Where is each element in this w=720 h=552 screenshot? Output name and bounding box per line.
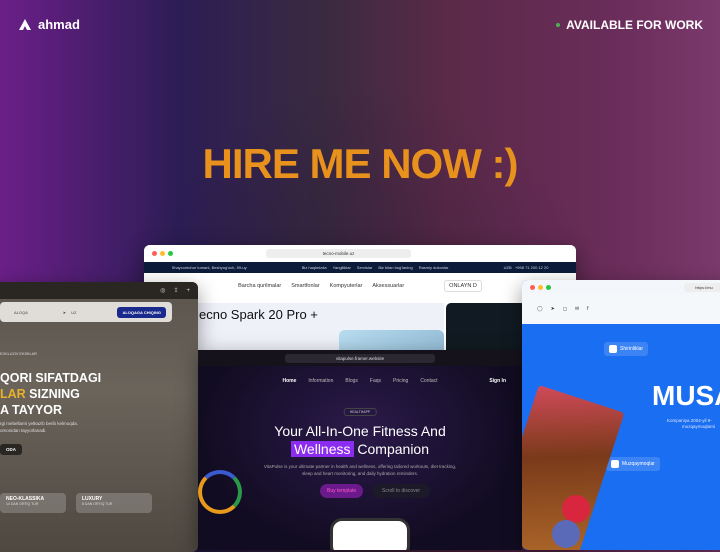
logo-text: ahmad [38, 17, 80, 32]
browser-toolbar: ◎ ⇪ + [0, 282, 198, 299]
subtitle: rgi mebellarni yetkazib berib kelmoqda. … [0, 420, 78, 434]
nav-item[interactable]: Contact [420, 378, 437, 384]
browser-toolbar: tecno-mobile.uz [144, 245, 576, 262]
telegram-icon[interactable]: ➤ [551, 306, 555, 312]
maximize-icon[interactable] [546, 284, 551, 290]
minimize-icon[interactable] [160, 251, 165, 256]
kitchen-browser-window[interactable]: ◎ ⇪ + ALOQA ➤ UZ ALOQAGA CHIQING EXKLUZIV … [0, 282, 198, 552]
address-bar[interactable]: vitapulse.framer.website [285, 353, 435, 363]
mail-icon[interactable]: ✉ [575, 306, 579, 312]
headline-highlight: LAR [0, 387, 26, 401]
chip-label: Shirinliklar [620, 346, 644, 352]
share-icon[interactable]: ⇪ [173, 287, 178, 294]
scroll-button[interactable]: Scroll to discover [372, 484, 431, 498]
vitapulse-browser-window[interactable]: vitapulse.framer.website Home Informatio… [198, 350, 522, 550]
sign-in-link[interactable]: Sign In [489, 378, 506, 384]
strip-link[interactable]: Rasmiy dokonlar [419, 265, 449, 270]
headline-line: A TAYYOR [0, 403, 63, 417]
new-tab-icon[interactable]: + [186, 288, 190, 294]
close-icon[interactable] [152, 251, 157, 256]
card-sub: 14 DAN ORTIQ TUR [6, 502, 39, 506]
browser-toolbar: vitapulse.framer.website [198, 350, 522, 366]
badge: HEALTHAPP [343, 408, 377, 416]
maximize-icon[interactable] [168, 251, 173, 256]
subtitle-line: rgi mebellarni yetkazib berib kelmoqda. [0, 421, 79, 426]
nav-item[interactable]: Faqs [370, 378, 381, 384]
download-icon[interactable]: ◎ [160, 287, 165, 294]
browser-toolbar: https://mu [522, 280, 720, 294]
category-card[interactable]: NEO-KLASSIKA 14 DAN ORTIQ TUR [0, 493, 66, 513]
title-line: Your All-In-One Fitness And [274, 423, 446, 439]
chip-label: Muzqaymoqlar [622, 461, 655, 467]
strip-link[interactable]: Yangiliklar [333, 265, 351, 270]
nav-item[interactable]: Barcha qurilmalar [238, 283, 281, 289]
category-card[interactable]: LUXURY 8 DAN ORTIQ TUR [76, 493, 152, 513]
nav-item[interactable]: Pricing [393, 378, 408, 384]
nav-item[interactable]: Smartfonlar [291, 283, 319, 289]
title-highlight: Wellness [290, 441, 354, 457]
progress-ring-graphic [198, 470, 242, 514]
site-nav: Home Information Blogs Faqs Pricing Cont… [198, 378, 522, 384]
strip-link[interactable]: Biz haqimizda [302, 265, 327, 270]
buy-template-button[interactable]: Buy template [320, 484, 364, 498]
description: VitaPulse is your ultimate partner in he… [263, 464, 457, 476]
ice-cream-icon [611, 460, 619, 468]
nav-item[interactable]: Home [282, 378, 296, 384]
nav-item[interactable]: Information [308, 378, 333, 384]
language-icon[interactable]: ◯ [537, 306, 543, 312]
language-select[interactable]: UZB [504, 265, 512, 270]
social-links: ◯ ➤ ◻ ✉ f [522, 294, 720, 324]
close-icon[interactable] [530, 284, 535, 290]
info-strip: Shayxontohur tumani, Beshyog'och, 59-uy … [144, 262, 576, 273]
nav-item[interactable]: Aksessuarlar [372, 283, 404, 289]
title-rest: Companion [357, 441, 430, 457]
musa-browser-window[interactable]: https://mu ◯ ➤ ◻ ✉ f Shirinliklar Muzqaymoql… [522, 280, 720, 550]
headline: QORI SIFATDAGI LAR SIZNING A TAYYOR [0, 371, 102, 417]
phone-mockup [330, 518, 410, 550]
instagram-icon[interactable]: ◻ [563, 306, 567, 312]
address-bar[interactable]: tecno-mobile.uz [266, 249, 411, 258]
strawberry-image [562, 495, 590, 523]
subtitle-line: muzqaymoqlarni [682, 424, 716, 429]
card-sub: 8 DAN ORTIQ TUR [82, 502, 113, 506]
facebook-icon[interactable]: f [587, 306, 588, 312]
language-select[interactable]: UZ [71, 310, 76, 315]
category-chip[interactable]: Shirinliklar [604, 342, 649, 356]
cta-button[interactable]: ODA [0, 444, 22, 455]
subtitle-line: omonidan tayyorlanadi. [0, 428, 47, 433]
site-nav: Barcha qurilmalar Smartfonlar Kompyuterl… [144, 273, 576, 298]
strip-link[interactable]: Servislar [357, 265, 373, 270]
phone-number[interactable]: +998 71 200 12 20 [515, 265, 548, 270]
hero-title: Your All-In-One Fitness And Wellness Com… [198, 422, 522, 458]
candy-icon [609, 345, 617, 353]
availability-status: AVAILABLE FOR WORK [556, 18, 703, 32]
strip-link[interactable]: Biz bilan bog'laning [378, 265, 412, 270]
brand-title: MUSA [652, 380, 720, 411]
online-button[interactable]: ONLAYN D [444, 279, 482, 292]
tag: EXKLUZIV EKSKLAR [0, 352, 37, 356]
address-bar[interactable]: https://mu [684, 282, 720, 292]
contact-button[interactable]: ALOQAGA CHIQING [117, 306, 166, 318]
product-title: ecno Spark 20 Pro + [199, 307, 318, 322]
category-chip[interactable]: Muzqaymoqlar [606, 457, 660, 471]
site-nav: ALOQA ➤ UZ ALOQAGA CHIQING [0, 302, 172, 322]
blueberry-image [552, 520, 580, 548]
logo-icon [19, 18, 31, 30]
headline-line: QORI SIFATDAGI [0, 371, 102, 385]
minimize-icon[interactable] [538, 284, 543, 290]
logo[interactable]: ahmad [18, 17, 80, 32]
nav-item[interactable]: Blogs [345, 378, 358, 384]
address-text: Shayxontohur tumani, Beshyog'och, 59-uy [171, 265, 247, 270]
telegram-icon[interactable]: ➤ [63, 310, 66, 315]
hero-title: HIRE ME NOW :) [202, 140, 519, 187]
brand-subtitle: Kompaniya 2004-yil 9- muzqaymoqlarni [667, 418, 715, 430]
nav-item[interactable]: ALOQA [14, 310, 28, 315]
status-dot-icon [556, 23, 561, 27]
nav-item[interactable]: Kompyuterlar [330, 283, 363, 289]
status-text: AVAILABLE FOR WORK [566, 18, 703, 32]
